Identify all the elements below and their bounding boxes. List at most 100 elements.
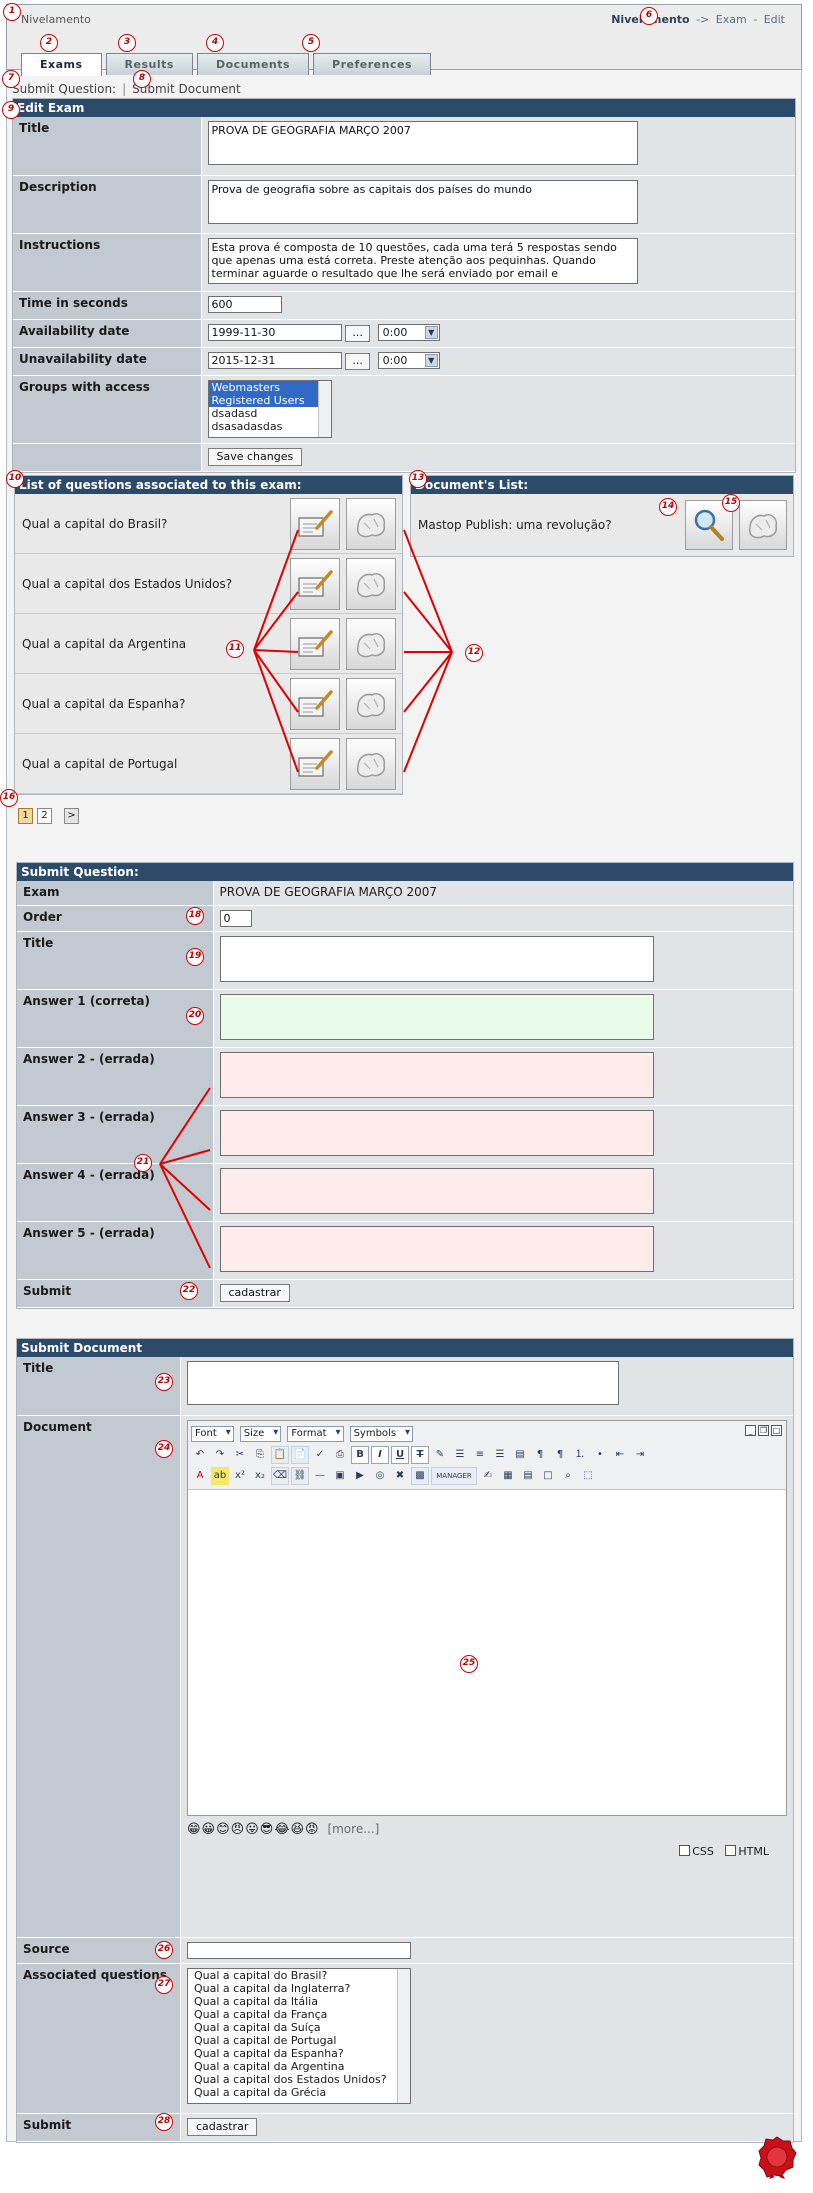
- outdent-icon[interactable]: ⇤: [611, 1446, 629, 1464]
- page-link-current[interactable]: 1: [18, 808, 33, 824]
- answer-2-input[interactable]: [219, 1051, 654, 1098]
- image-icon[interactable]: ▩: [411, 1466, 429, 1485]
- ltr-icon[interactable]: ¶: [531, 1446, 549, 1464]
- maximize-icon[interactable]: □: [771, 1424, 782, 1436]
- delete-question-button[interactable]: [346, 557, 396, 610]
- emoticons-icon[interactable]: 😁😀😊😠😛😎😂😆😡: [187, 1822, 320, 1837]
- unlink-icon[interactable]: ✖: [391, 1467, 409, 1485]
- text-color-icon[interactable]: A: [191, 1467, 209, 1485]
- exam-title-input[interactable]: [207, 121, 638, 165]
- indent-icon[interactable]: ⇥: [631, 1446, 649, 1464]
- background-color-icon[interactable]: ab: [211, 1466, 229, 1485]
- question-title[interactable]: Qual a capital de Portugal: [15, 757, 290, 771]
- superscript-icon[interactable]: x²: [231, 1467, 249, 1485]
- breadcrumb-exam[interactable]: Exam: [716, 13, 747, 26]
- page-link[interactable]: 2: [37, 808, 52, 824]
- groups-access-listbox[interactable]: Webmasters Registered Users dsadasd dsas…: [207, 379, 332, 438]
- unavailability-date-input[interactable]: [207, 351, 342, 369]
- next-page-button[interactable]: >: [64, 808, 79, 824]
- associated-question-option[interactable]: Qual a capital de Portugal: [191, 2034, 407, 2047]
- table-props-icon[interactable]: ▤: [519, 1467, 537, 1485]
- table-icon[interactable]: ▦: [499, 1467, 517, 1485]
- question-title[interactable]: Qual a capital da Argentina: [15, 637, 290, 651]
- font-select[interactable]: Font: [191, 1425, 234, 1442]
- edit-question-button[interactable]: [290, 497, 340, 550]
- ordered-list-icon[interactable]: ⒈: [571, 1446, 589, 1464]
- document-submit-button[interactable]: cadastrar: [187, 2117, 258, 2136]
- associated-questions-listbox[interactable]: Qual a capital do Brasil? Qual a capital …: [187, 1967, 411, 2104]
- associated-question-option[interactable]: Qual a capital da Itália: [191, 1995, 407, 2008]
- submit-question-link[interactable]: Submit Question:: [12, 82, 116, 96]
- unavailability-time-select[interactable]: 0:00 ▼: [377, 351, 440, 369]
- availability-date-picker-button[interactable]: ...: [345, 324, 370, 342]
- answer-5-input[interactable]: [219, 1225, 654, 1272]
- availability-time-select[interactable]: 0:00 ▼: [377, 323, 440, 341]
- associated-question-option[interactable]: Qual a capital da Espanha?: [191, 2047, 407, 2060]
- spellcheck-icon[interactable]: ✓: [311, 1446, 329, 1464]
- select-all-icon[interactable]: ⬚: [579, 1467, 597, 1485]
- associated-question-option[interactable]: Qual a capital da Suíça: [191, 2021, 407, 2034]
- edit-question-button[interactable]: [290, 677, 340, 730]
- cell-props-icon[interactable]: □: [539, 1467, 557, 1485]
- image-manager-button[interactable]: MANAGER: [431, 1466, 477, 1485]
- associated-question-option[interactable]: Qual a capital da França: [191, 2008, 407, 2021]
- css-checkbox[interactable]: [679, 1844, 691, 1856]
- delete-question-button[interactable]: [346, 617, 396, 670]
- editor-content-area[interactable]: [188, 1490, 786, 1810]
- undo-icon[interactable]: ↶: [191, 1446, 209, 1464]
- unavailability-date-picker-button[interactable]: ...: [345, 352, 370, 370]
- align-left-icon[interactable]: ☰: [451, 1446, 469, 1464]
- delete-question-button[interactable]: [346, 737, 396, 790]
- globe-link-icon[interactable]: ◎: [371, 1467, 389, 1485]
- insert-media-icon[interactable]: ▶: [351, 1467, 369, 1485]
- rtl-icon[interactable]: ¶: [551, 1446, 569, 1464]
- copy-icon[interactable]: ⎘: [251, 1446, 269, 1464]
- answer-3-input[interactable]: [219, 1109, 654, 1156]
- document-item-title[interactable]: Mastop Publish: uma revolução?: [411, 518, 685, 532]
- spell-icon[interactable]: ✍: [479, 1467, 497, 1485]
- breadcrumb-edit[interactable]: Edit: [764, 13, 785, 26]
- document-title-input[interactable]: [187, 1361, 619, 1405]
- listbox-scrollbar[interactable]: [317, 380, 331, 437]
- question-title-input[interactable]: [219, 935, 654, 982]
- save-changes-button[interactable]: Save changes: [207, 447, 303, 466]
- associated-question-option[interactable]: Qual a capital da Argentina: [191, 2060, 407, 2073]
- underline-icon[interactable]: U: [391, 1445, 409, 1464]
- html-checkbox[interactable]: [725, 1844, 737, 1856]
- tab-documents[interactable]: Documents: [196, 53, 310, 75]
- align-center-icon[interactable]: ≡: [471, 1446, 489, 1464]
- associated-question-option[interactable]: Qual a capital do Brasil?: [191, 1969, 407, 1982]
- symbols-select[interactable]: Symbols: [349, 1425, 414, 1442]
- group-option[interactable]: Webmasters: [208, 380, 331, 394]
- question-order-input[interactable]: [219, 909, 252, 927]
- align-justify-icon[interactable]: ▤: [511, 1446, 529, 1464]
- insert-image-icon[interactable]: ▣: [331, 1467, 349, 1485]
- delete-question-button[interactable]: [346, 677, 396, 730]
- associated-question-option[interactable]: Qual a capital da Inglaterra?: [191, 1982, 407, 1995]
- exam-description-textarea[interactable]: Prova de geografia sobre as capitais dos…: [207, 179, 638, 224]
- paste-icon[interactable]: 📋: [271, 1445, 289, 1464]
- edit-question-button[interactable]: [290, 617, 340, 670]
- question-title[interactable]: Qual a capital dos Estados Unidos?: [15, 577, 290, 591]
- subscript-icon[interactable]: x₂: [251, 1467, 269, 1485]
- more-emoticons-link[interactable]: [more...]: [327, 1822, 379, 1836]
- listbox-scrollbar[interactable]: [397, 1968, 410, 2103]
- horizontal-rule-icon[interactable]: —: [311, 1467, 329, 1485]
- associated-question-option[interactable]: Qual a capital da Grécia: [191, 2086, 407, 2099]
- highlight-icon[interactable]: ✎: [431, 1446, 449, 1464]
- question-submit-button[interactable]: cadastrar: [219, 1283, 290, 1302]
- time-seconds-input[interactable]: [207, 295, 282, 313]
- delete-document-button[interactable]: [739, 500, 787, 550]
- remove-format-icon[interactable]: ⌫: [271, 1466, 289, 1485]
- size-select[interactable]: Size: [239, 1425, 282, 1442]
- edit-question-button[interactable]: [290, 737, 340, 790]
- answer-1-input[interactable]: [219, 993, 654, 1040]
- tab-exams[interactable]: Exams: [21, 53, 102, 76]
- redo-icon[interactable]: ↷: [211, 1446, 229, 1464]
- tab-preferences[interactable]: Preferences: [313, 53, 431, 75]
- align-right-icon[interactable]: ☰: [491, 1446, 509, 1464]
- edit-question-button[interactable]: [290, 557, 340, 610]
- print-icon[interactable]: ⎙: [331, 1446, 349, 1464]
- associated-question-option[interactable]: Qual a capital dos Estados Unidos?: [191, 2073, 407, 2086]
- group-option[interactable]: dsadasd: [209, 407, 331, 420]
